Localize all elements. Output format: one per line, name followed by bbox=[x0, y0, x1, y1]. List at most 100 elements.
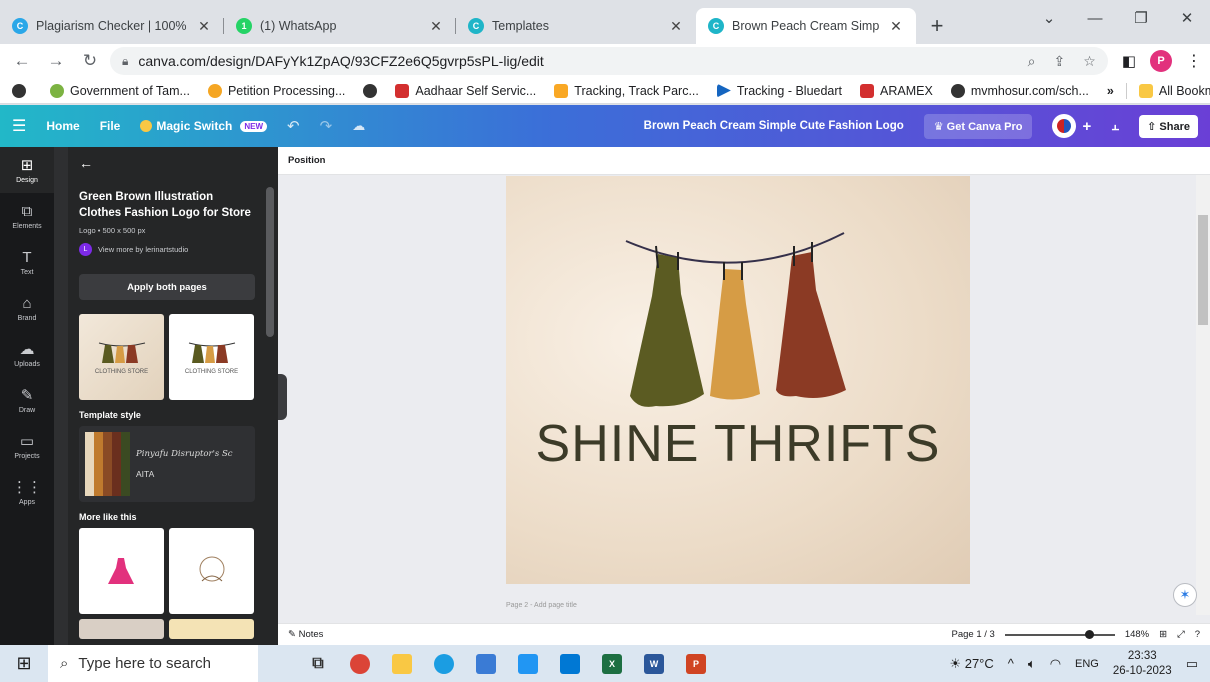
undo-icon[interactable]: ↶ bbox=[287, 117, 300, 135]
zoom-percentage[interactable]: 148% bbox=[1125, 629, 1149, 640]
close-tab-icon[interactable]: ✕ bbox=[196, 18, 212, 35]
design-canvas[interactable]: SHINE THRIFTS bbox=[506, 176, 970, 584]
bookmark-item[interactable]: Tracking - Bluedart bbox=[716, 83, 842, 98]
bookmark-item[interactable]: Aadhaar Self Servic... bbox=[395, 83, 536, 98]
get-canva-pro-button[interactable]: ♛ Get Canva Pro bbox=[923, 113, 1033, 139]
more-bookmarks-button[interactable]: » bbox=[1107, 84, 1114, 98]
url-omnibox[interactable]: 🔒︎ canva.com/design/DAFyYk1ZpAQ/93CFZ2e6… bbox=[110, 47, 1108, 75]
related-template-thumb[interactable] bbox=[169, 528, 254, 614]
volume-icon[interactable]: 🔈︎ bbox=[1028, 656, 1036, 672]
close-tab-icon[interactable]: ✕ bbox=[668, 18, 684, 35]
excel-icon[interactable]: X bbox=[602, 653, 622, 674]
redo-icon[interactable]: ↷ bbox=[320, 117, 333, 135]
back-arrow-icon[interactable]: ← bbox=[79, 155, 255, 171]
rail-design[interactable]: ⊞ Design bbox=[0, 147, 54, 193]
related-template-thumb[interactable] bbox=[79, 528, 164, 614]
magic-assistant-button[interactable]: ✶ bbox=[1173, 583, 1197, 607]
help-icon[interactable]: ? bbox=[1195, 629, 1200, 640]
canvas-vertical-scrollbar[interactable] bbox=[1196, 175, 1210, 615]
fullscreen-icon[interactable]: ⤢ bbox=[1177, 629, 1185, 640]
close-tab-icon[interactable]: ✕ bbox=[428, 18, 444, 35]
bookmark-star-icon[interactable]: ☆ bbox=[1083, 53, 1096, 70]
rail-apps[interactable]: ⋮⋮ Apps bbox=[0, 469, 54, 515]
zoom-slider[interactable] bbox=[1004, 629, 1115, 639]
sidepanel-icon[interactable]: ◧ bbox=[1122, 52, 1136, 70]
chrome-icon[interactable] bbox=[350, 653, 370, 674]
bookmark-item[interactable]: Petition Processing... bbox=[207, 83, 345, 98]
scrollbar-thumb[interactable] bbox=[1198, 215, 1208, 325]
all-bookmarks-button[interactable]: All Bookmarks bbox=[1138, 83, 1210, 98]
bookmark-item[interactable]: Tracking, Track Parc... bbox=[554, 83, 699, 98]
collapse-panel-handle[interactable] bbox=[278, 374, 287, 420]
show-hidden-icons[interactable]: ^ bbox=[1008, 656, 1014, 671]
share-button[interactable]: ⇧ Share bbox=[1139, 114, 1198, 138]
tab-templates[interactable]: C Templates ✕ bbox=[456, 8, 696, 44]
rail-projects[interactable]: ▭ Projects bbox=[0, 423, 54, 469]
page-title-field[interactable]: Page 2 - Add page title bbox=[506, 602, 577, 609]
mail-icon[interactable] bbox=[560, 653, 580, 674]
notifications-icon[interactable]: ▭ bbox=[1186, 656, 1198, 672]
file-explorer-icon[interactable] bbox=[392, 653, 412, 674]
related-template-thumb[interactable] bbox=[169, 619, 254, 639]
panel-scrollbar-thumb[interactable] bbox=[266, 187, 274, 337]
position-button[interactable]: Position bbox=[288, 155, 325, 166]
tab-brown-peach-cream[interactable]: C Brown Peach Cream Simple Cute ✕ bbox=[696, 8, 916, 44]
hamburger-menu-icon[interactable]: ☰ bbox=[12, 116, 26, 136]
rail-elements[interactable]: ⧉ Elements bbox=[0, 193, 54, 239]
grid-view-icon[interactable]: ⊞ bbox=[1159, 629, 1167, 640]
apply-both-pages-button[interactable]: Apply both pages bbox=[79, 274, 255, 300]
powerpoint-icon[interactable]: P bbox=[686, 653, 706, 674]
bookmark-item[interactable]: ARAMEX bbox=[860, 83, 933, 98]
restore-button[interactable]: ❐ bbox=[1118, 0, 1164, 36]
panel-left-scrollbar[interactable] bbox=[54, 147, 68, 645]
template-page-thumb[interactable]: CLOTHING STORE bbox=[79, 314, 164, 400]
home-menu[interactable]: Home bbox=[46, 119, 79, 133]
rail-draw[interactable]: ✎ Draw bbox=[0, 377, 54, 423]
user-avatar[interactable] bbox=[1052, 114, 1077, 138]
browser-menu-icon[interactable]: ⋮ bbox=[1186, 51, 1202, 71]
weather-widget[interactable]: ☀ 27°C bbox=[949, 656, 993, 672]
forward-button[interactable]: → bbox=[42, 47, 70, 75]
add-collaborator-icon[interactable]: + bbox=[1082, 118, 1091, 135]
magic-switch-button[interactable]: Magic Switch NEW bbox=[140, 119, 268, 133]
bookmark-item[interactable]: mvmhosur.com/sch... bbox=[950, 83, 1089, 98]
taskbar-search[interactable]: ⌕ Type here to search bbox=[48, 645, 258, 682]
back-button[interactable]: ← bbox=[8, 47, 36, 75]
insights-icon[interactable]: ⫠ bbox=[1111, 118, 1119, 134]
wifi-icon[interactable]: ◠ bbox=[1050, 656, 1061, 672]
close-window-button[interactable]: ✕ bbox=[1164, 0, 1210, 36]
task-view-icon[interactable]: ⧉ bbox=[308, 654, 328, 674]
page-indicator[interactable]: Page 1 / 3 bbox=[952, 629, 995, 640]
rail-brand[interactable]: ⌂ Brand bbox=[0, 285, 54, 331]
close-tab-icon[interactable]: ✕ bbox=[888, 18, 904, 35]
bookmark-item[interactable]: Government of Tam... bbox=[50, 83, 190, 98]
cloud-saved-icon[interactable]: ☁ bbox=[352, 118, 365, 134]
template-style-card[interactable]: Pinyafu Disruptor's Sc AITA bbox=[79, 426, 255, 502]
document-title[interactable]: Brown Peach Cream Simple Cute Fashion Lo… bbox=[644, 120, 904, 132]
rail-uploads[interactable]: ☁ Uploads bbox=[0, 331, 54, 377]
word-icon[interactable]: W bbox=[644, 653, 664, 674]
minimize-button[interactable]: — bbox=[1072, 0, 1118, 36]
clock[interactable]: 23:33 26-10-2023 bbox=[1113, 649, 1172, 679]
language-indicator[interactable]: ENG bbox=[1075, 658, 1099, 670]
zoom-icon[interactable]: ⌕ bbox=[1028, 53, 1036, 70]
file-menu[interactable]: File bbox=[100, 119, 121, 133]
template-page-thumb[interactable]: CLOTHING STORE bbox=[169, 314, 254, 400]
tab-search-icon[interactable]: ⌄ bbox=[1026, 0, 1072, 36]
share-page-icon[interactable]: ⇪ bbox=[1054, 53, 1066, 70]
tab-plagiarism-checker[interactable]: C Plagiarism Checker | 100% Free ✕ bbox=[0, 8, 224, 44]
zoom-slider-knob[interactable] bbox=[1084, 629, 1094, 639]
notes-button[interactable]: ✎ Notes bbox=[288, 629, 323, 640]
logo-wordmark[interactable]: SHINE THRIFTS bbox=[506, 414, 970, 474]
author-link[interactable]: L View more by lerinartstudio bbox=[79, 243, 255, 256]
related-template-thumb[interactable] bbox=[79, 619, 164, 639]
store-icon[interactable] bbox=[518, 653, 538, 674]
rail-text[interactable]: T Text bbox=[0, 239, 54, 285]
bookmark-item[interactable] bbox=[12, 83, 32, 98]
windows-start-icon[interactable]: ⊞ bbox=[0, 653, 48, 674]
tab-whatsapp[interactable]: 1 (1) WhatsApp ✕ bbox=[224, 8, 456, 44]
profile-avatar[interactable]: P bbox=[1150, 50, 1172, 72]
calculator-icon[interactable] bbox=[476, 653, 496, 674]
new-tab-button[interactable]: + bbox=[922, 11, 952, 41]
bookmark-item[interactable] bbox=[363, 83, 378, 98]
